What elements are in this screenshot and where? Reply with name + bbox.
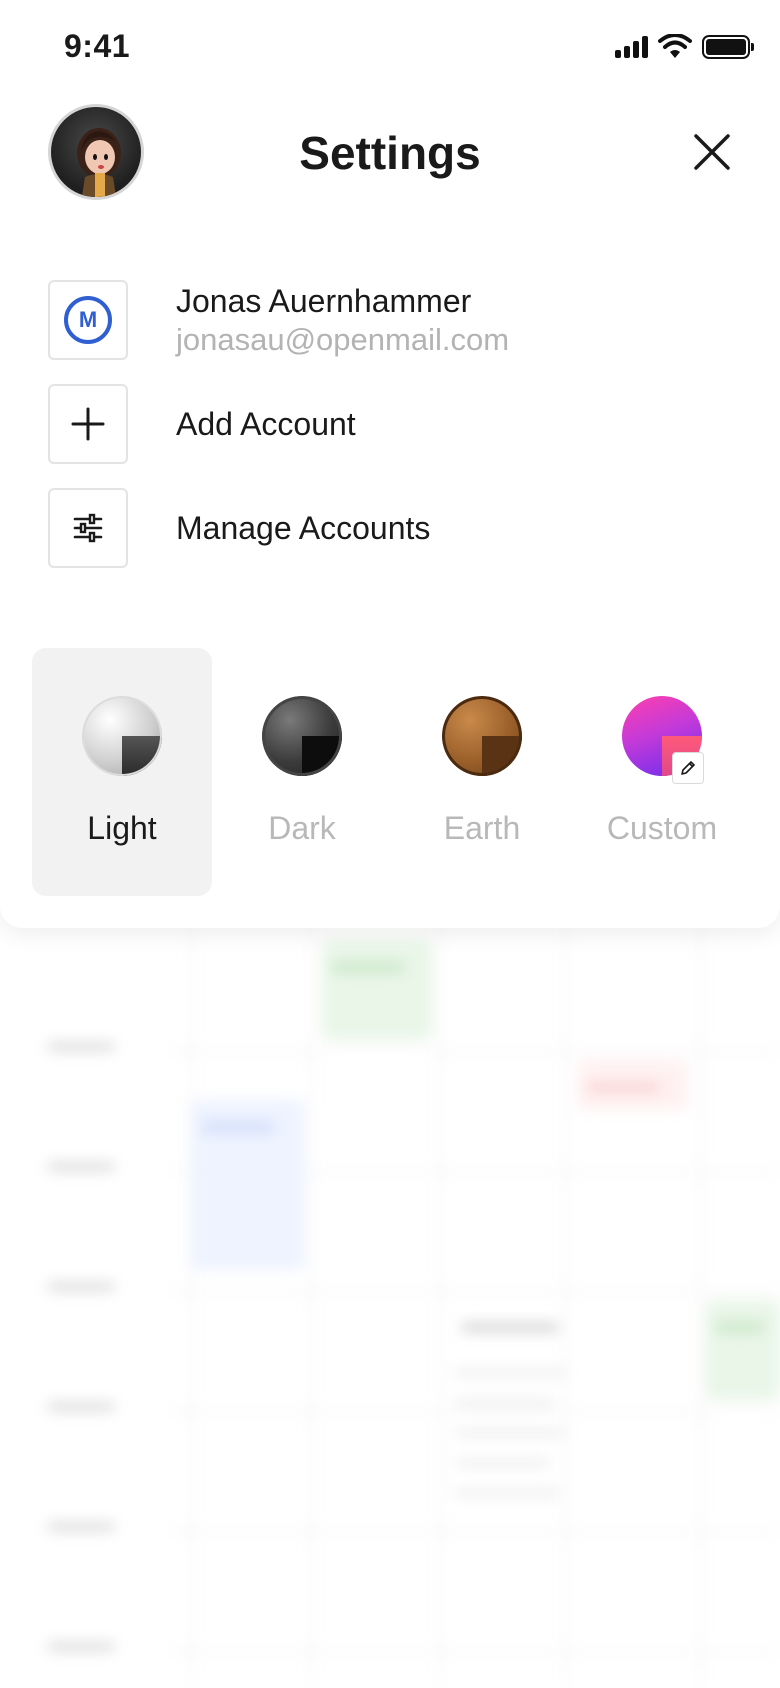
settings-sheet: Settings M Jonas Auernhammer jonasau@ope… <box>0 0 780 928</box>
theme-option-dark[interactable]: Dark <box>212 648 392 896</box>
sliders-icon <box>73 513 103 543</box>
theme-option-earth[interactable]: Earth <box>392 648 572 896</box>
manage-accounts-label: Manage Accounts <box>176 509 431 546</box>
theme-label-light: Light <box>87 810 157 846</box>
account-email: jonasau@openmail.com <box>176 321 510 357</box>
theme-option-custom[interactable]: Custom <box>572 648 752 896</box>
status-bar: 9:41 <box>0 0 780 92</box>
dark-theme-swatch <box>262 696 342 776</box>
close-icon <box>694 134 730 170</box>
page-title: Settings <box>299 127 481 179</box>
add-account-icon-box <box>48 384 128 464</box>
account-name: Jonas Auernhammer <box>176 282 472 319</box>
battery-icon <box>702 35 754 59</box>
theme-picker: Light Dark Earth Custom <box>32 648 752 896</box>
cellular-signal-icon <box>615 36 648 58</box>
earth-theme-swatch <box>442 696 522 776</box>
add-account-button[interactable]: Add Account <box>48 384 738 464</box>
account-row[interactable]: M Jonas Auernhammer jonasau@openmail.com <box>48 280 738 360</box>
status-time: 9:41 <box>64 28 131 64</box>
pencil-icon <box>681 761 695 775</box>
mail-provider-icon: M <box>64 296 112 344</box>
add-account-label: Add Account <box>176 405 356 442</box>
manage-accounts-button[interactable]: Manage Accounts <box>48 488 738 568</box>
wifi-icon <box>658 34 692 58</box>
manage-accounts-icon-box <box>48 488 128 568</box>
theme-label-dark: Dark <box>268 810 336 846</box>
custom-theme-swatch-wrap <box>622 696 704 784</box>
edit-custom-theme-button[interactable] <box>672 752 704 784</box>
theme-option-light[interactable]: Light <box>32 648 212 896</box>
theme-label-earth: Earth <box>443 810 521 846</box>
theme-label-custom: Custom <box>606 810 718 846</box>
account-details: Jonas Auernhammer jonasau@openmail.com <box>176 283 509 358</box>
account-icon-box: M <box>48 280 128 360</box>
close-button[interactable] <box>688 128 736 176</box>
plus-icon <box>71 407 105 441</box>
status-icons <box>615 34 754 60</box>
light-theme-swatch <box>82 696 162 776</box>
